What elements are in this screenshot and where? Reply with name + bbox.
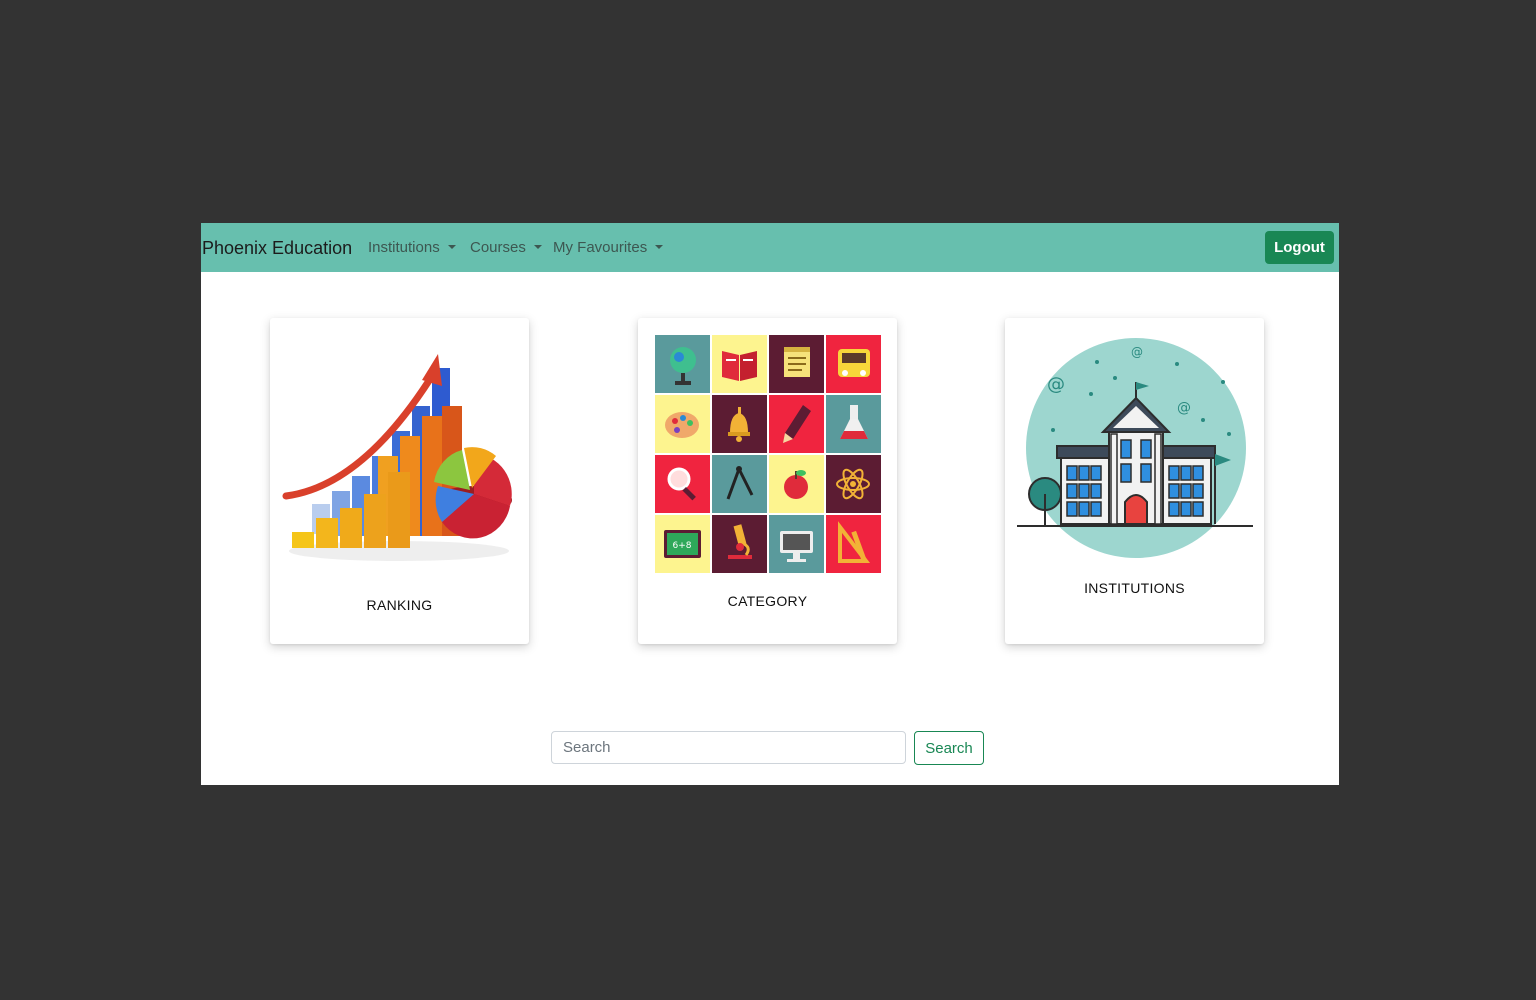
svg-text:6+8: 6+8 (673, 541, 692, 551)
apple-icon (769, 455, 824, 513)
education-tiles-icon: 6+8 (655, 335, 881, 574)
palette-icon (655, 395, 710, 453)
logout-button[interactable]: Logout (1265, 231, 1334, 264)
flask-icon (826, 395, 881, 453)
caret-down-icon (655, 245, 664, 249)
globe-icon (655, 335, 710, 393)
microscope-icon (712, 515, 767, 573)
ranking-label: RANKING (366, 597, 433, 613)
svg-text:@: @ (1047, 374, 1065, 395)
institutions-card[interactable]: @ @ @ INSTITUTIONS (1005, 318, 1264, 644)
bell-icon (712, 395, 767, 453)
pencil-icon (769, 395, 824, 453)
bar-chart-growth-icon (282, 354, 512, 561)
ranking-card[interactable]: RANKING (270, 318, 529, 644)
magnifier-icon (655, 455, 710, 513)
svg-text:@: @ (1177, 400, 1191, 416)
navbar: Phoenix Education Institutions Courses M… (201, 223, 1339, 272)
nav-institutions-dropdown[interactable]: Institutions (368, 239, 456, 257)
brand-link[interactable]: Phoenix Education (202, 237, 352, 259)
monitor-icon (769, 515, 824, 573)
category-label: CATEGORY (727, 593, 808, 609)
school-building-icon: @ @ @ (1017, 338, 1253, 558)
search-button[interactable]: Search (914, 731, 984, 765)
search-input[interactable] (551, 731, 906, 764)
caret-down-icon (533, 245, 542, 249)
app-window: Phoenix Education Institutions Courses M… (201, 223, 1339, 785)
nav-favourites-label: My Favourites (553, 239, 648, 256)
bus-icon (826, 335, 881, 393)
caret-down-icon (447, 245, 456, 249)
nav-courses-dropdown[interactable]: Courses (470, 239, 542, 257)
compass-icon (712, 455, 767, 513)
notepad-icon (769, 335, 824, 393)
ruler-triangle-icon (826, 515, 881, 573)
nav-favourites-dropdown[interactable]: My Favourites (553, 239, 664, 257)
chalkboard-icon: 6+8 (655, 515, 710, 573)
category-card[interactable]: 6+8 CATEGORY (638, 318, 897, 644)
nav-courses-label: Courses (470, 239, 526, 256)
book-icon (712, 335, 767, 393)
nav-institutions-label: Institutions (368, 239, 440, 256)
institutions-label: INSTITUTIONS (1084, 580, 1185, 596)
svg-text:@: @ (1131, 345, 1143, 359)
atom-icon (826, 455, 881, 513)
